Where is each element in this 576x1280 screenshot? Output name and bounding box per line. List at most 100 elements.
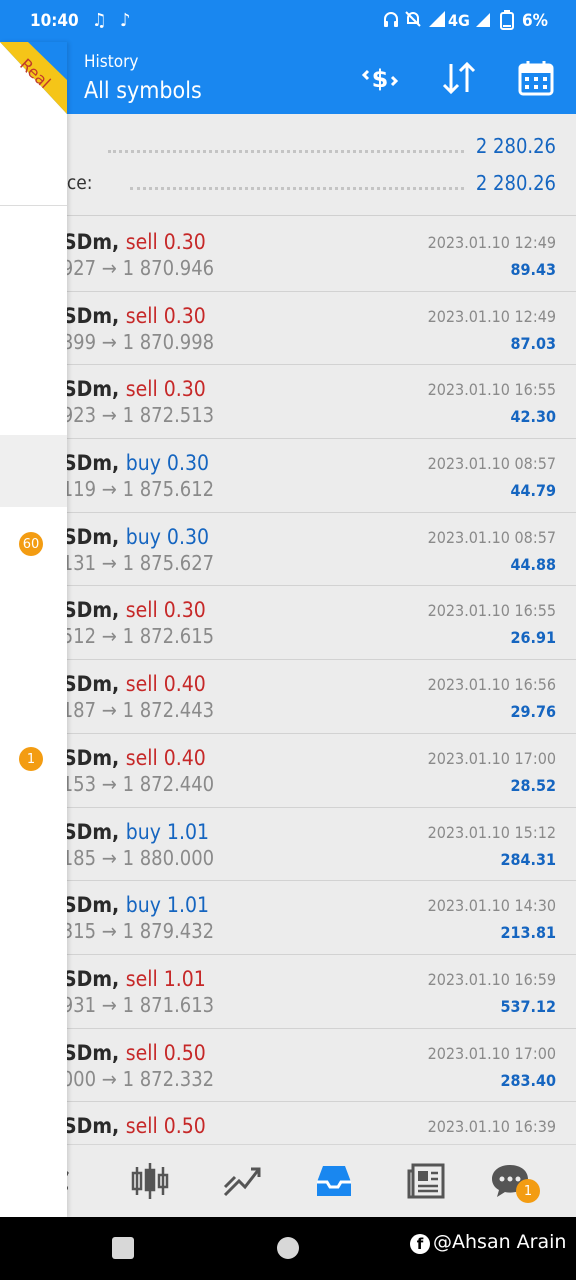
home-square-icon[interactable] bbox=[112, 1237, 134, 1259]
deal-prices: .923 → 1 872.513 bbox=[56, 403, 214, 427]
summary-value: 2 280.26 bbox=[475, 171, 556, 195]
deal-profit: 283.40 bbox=[500, 1070, 556, 1090]
deal-volume: 0.30 bbox=[163, 377, 206, 402]
deal-side-label: sell bbox=[125, 1114, 158, 1139]
deal-profit: 42.30 bbox=[510, 407, 556, 427]
deal-row[interactable]: JSDm, buy 0.30.119 → 1 875.612 2023.01.10… bbox=[0, 439, 576, 513]
deal-volume: 0.40 bbox=[163, 745, 206, 770]
deal-date: 2023.01.10 12:49 bbox=[427, 306, 556, 326]
deal-row[interactable]: JSDm, buy 1.01.315 → 1 879.432 2023.01.10… bbox=[0, 881, 576, 955]
arrow-right-icon: → bbox=[101, 1066, 117, 1091]
deal-volume: 1.01 bbox=[163, 966, 206, 991]
sort-icon[interactable] bbox=[437, 56, 481, 100]
deal-row[interactable]: JSDm, sell 0.30.927 → 1 870.946 2023.01.1… bbox=[0, 218, 576, 292]
drawer-divider bbox=[0, 205, 67, 206]
deal-side-label: sell bbox=[125, 1040, 158, 1065]
home-circle-icon[interactable] bbox=[277, 1237, 299, 1259]
deal-date: 2023.01.10 16:56 bbox=[427, 675, 556, 695]
deal-title: JSDm, sell 0.30 bbox=[56, 230, 206, 254]
deal-side: buy 1.01 bbox=[126, 820, 209, 844]
deal-row[interactable]: JSDm, sell 0.50.000 → 1 872.332 2023.01.1… bbox=[0, 1028, 576, 1103]
close-price: 1 880.000 bbox=[122, 845, 215, 870]
deal-title: JSDm, sell 0.40 bbox=[56, 672, 206, 696]
deal-row[interactable]: JSDm, sell 0.40.153 → 1 872.440 2023.01.1… bbox=[0, 733, 576, 808]
deal-side: buy 0.30 bbox=[126, 525, 209, 549]
deal-profit: 44.79 bbox=[510, 481, 556, 501]
deal-date: 2023.01.10 08:57 bbox=[427, 527, 556, 547]
close-price: 1 872.332 bbox=[122, 1066, 215, 1091]
status-time: 10:40 bbox=[30, 11, 79, 31]
deal-side: buy 1.01 bbox=[126, 893, 209, 917]
deal-volume: 1.01 bbox=[166, 893, 209, 918]
arrow-right-icon: → bbox=[101, 919, 117, 944]
battery-percent: 6% bbox=[522, 11, 548, 31]
deal-row[interactable]: JSDm, buy 1.01.185 → 1 880.000 2023.01.10… bbox=[0, 807, 576, 882]
status-bar: 10:40 ♫ ♪ 4G 6% bbox=[0, 0, 576, 42]
deal-volume: 0.30 bbox=[166, 451, 209, 476]
close-price: 1 872.440 bbox=[122, 771, 215, 796]
system-nav-bar: f @Ahsan Arain bbox=[0, 1217, 576, 1280]
deal-row[interactable]: JSDm, sell 0.30.923 → 1 872.513 2023.01.1… bbox=[0, 365, 576, 440]
deal-date: 2023.01.10 16:55 bbox=[427, 380, 556, 400]
deal-title: JSDm, buy 1.01 bbox=[56, 893, 209, 917]
deal-profit: 28.52 bbox=[510, 775, 556, 795]
network-type: 4G bbox=[448, 11, 470, 30]
deal-title: JSDm, sell 0.40 bbox=[56, 746, 206, 770]
arrow-right-icon: → bbox=[101, 992, 117, 1017]
deal-row[interactable]: JSDm, sell 1.01.931 → 1 871.613 2023.01.1… bbox=[0, 954, 576, 1029]
arrow-right-icon: → bbox=[101, 403, 117, 428]
close-price: 1 879.432 bbox=[122, 919, 215, 944]
deal-row[interactable]: JSDm, sell 0.50 2023.01.10 16:39 bbox=[0, 1102, 576, 1144]
arrow-right-icon: → bbox=[101, 845, 117, 870]
deal-side-label: buy bbox=[125, 893, 161, 918]
deal-side-label: buy bbox=[125, 819, 161, 844]
deal-row[interactable]: JSDm, sell 0.40.187 → 1 872.443 2023.01.1… bbox=[0, 660, 576, 734]
drawer-badge-count: 60 bbox=[22, 536, 40, 552]
deal-side: sell 0.30 bbox=[126, 230, 206, 254]
side-drawer: 60 1 bbox=[0, 42, 67, 1217]
candlestick-chart-icon[interactable] bbox=[126, 1159, 174, 1203]
tiktok-icon: ♪ bbox=[120, 10, 131, 31]
close-price: 1 872.513 bbox=[122, 403, 215, 428]
drawer-badge: 1 bbox=[19, 747, 43, 771]
deal-side: sell 0.50 bbox=[126, 1114, 206, 1138]
deal-side-label: sell bbox=[125, 230, 158, 254]
deal-title: JSDm, buy 1.01 bbox=[56, 820, 209, 844]
close-price: 1 870.946 bbox=[122, 256, 215, 280]
arrow-right-icon: → bbox=[101, 698, 117, 723]
deal-row[interactable]: JSDm, sell 0.30.899 → 1 870.998 2023.01.1… bbox=[0, 291, 576, 366]
deal-date: 2023.01.10 17:00 bbox=[427, 748, 556, 768]
deal-prices: .000 → 1 872.332 bbox=[56, 1067, 214, 1091]
deal-title: JSDm, sell 0.30 bbox=[56, 598, 206, 622]
deal-row[interactable]: JSDm, buy 0.30.131 → 1 875.627 2023.01.10… bbox=[0, 512, 576, 587]
deal-side: buy 0.30 bbox=[126, 451, 209, 475]
deal-profit: 26.91 bbox=[510, 628, 556, 648]
deal-prices: .185 → 1 880.000 bbox=[56, 846, 214, 870]
dotted-leader bbox=[108, 150, 464, 153]
deal-profit: 87.03 bbox=[510, 333, 556, 353]
chat-badge: 1 bbox=[516, 1179, 540, 1203]
history-inbox-icon[interactable] bbox=[310, 1159, 358, 1203]
music-note-icon: ♫ bbox=[92, 10, 107, 31]
deal-row[interactable]: JSDm, sell 0.30.512 → 1 872.615 2023.01.1… bbox=[0, 586, 576, 661]
deal-title: JSDm, sell 0.50 bbox=[56, 1114, 206, 1138]
news-icon[interactable] bbox=[402, 1159, 450, 1203]
calendar-icon[interactable] bbox=[514, 56, 558, 100]
deal-side-label: sell bbox=[125, 303, 158, 328]
close-price: 1 870.998 bbox=[122, 329, 215, 354]
headphones-icon bbox=[382, 10, 400, 33]
deal-prices: .187 → 1 872.443 bbox=[56, 698, 214, 722]
arrow-right-icon: → bbox=[101, 771, 117, 796]
symbol-filter[interactable]: All symbols bbox=[84, 78, 202, 104]
deal-prices: .931 → 1 871.613 bbox=[56, 993, 214, 1017]
chat-badge-count: 1 bbox=[523, 1183, 533, 1199]
currency-exchange-icon[interactable]: $ bbox=[358, 56, 402, 100]
summary-row: nce: 2 280.26 bbox=[0, 169, 576, 199]
drawer-badge-count: 1 bbox=[26, 751, 36, 767]
drawer-item-highlight[interactable] bbox=[0, 435, 67, 507]
deal-prices: .927 → 1 870.946 bbox=[56, 256, 214, 280]
trade-icon[interactable] bbox=[218, 1159, 266, 1203]
deal-volume: 0.30 bbox=[163, 598, 206, 623]
deal-side-label: sell bbox=[125, 672, 158, 697]
deal-side-label: buy bbox=[125, 524, 161, 549]
